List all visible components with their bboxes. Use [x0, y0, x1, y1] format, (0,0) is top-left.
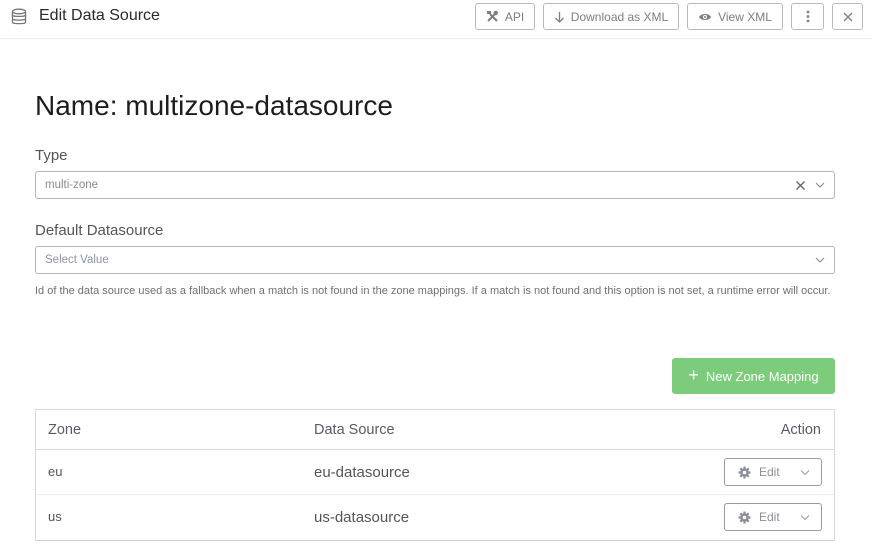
- table-row: us us-datasource Edit: [36, 495, 834, 540]
- dialog-title: Edit Data Source: [39, 7, 160, 24]
- chevron-down-icon[interactable]: [800, 514, 810, 521]
- eye-icon: [699, 13, 712, 20]
- edit-button-label: Edit: [759, 465, 780, 479]
- tools-icon: [486, 10, 498, 22]
- download-xml-label: Download as XML: [570, 9, 669, 24]
- table-row: eu eu-datasource Edit: [36, 450, 834, 495]
- edit-button[interactable]: Edit: [724, 458, 822, 486]
- database-icon: [11, 8, 27, 25]
- column-header-data-source: Data Source: [314, 422, 395, 438]
- chevron-down-icon[interactable]: [800, 469, 810, 476]
- view-xml-button[interactable]: View XML: [687, 3, 783, 30]
- default-datasource-help: Id of the data source used as a fallback…: [35, 285, 831, 297]
- api-button[interactable]: API: [475, 3, 535, 30]
- download-xml-button[interactable]: Download as XML: [543, 3, 679, 30]
- type-select-value: multi-zone: [45, 179, 99, 191]
- plus-icon: +: [688, 365, 699, 385]
- table-header: Zone Data Source Action: [36, 410, 834, 450]
- clear-icon[interactable]: [795, 180, 806, 191]
- gear-icon: [738, 466, 751, 479]
- view-xml-label: View XML: [718, 9, 772, 24]
- column-header-zone: Zone: [48, 422, 82, 438]
- type-select[interactable]: multi-zone: [35, 171, 835, 199]
- type-label: Type: [35, 147, 68, 164]
- edit-button[interactable]: Edit: [724, 503, 822, 531]
- zone-cell: us: [48, 509, 62, 524]
- data-source-cell: eu-datasource: [314, 464, 410, 481]
- close-button[interactable]: [832, 3, 863, 30]
- header-bar: Edit Data Source API Download as XML Vie…: [0, 0, 872, 39]
- chevron-down-icon: [815, 182, 825, 188]
- new-zone-mapping-label: New Zone Mapping: [705, 368, 819, 384]
- zone-mapping-table: Zone Data Source Action eu eu-datasource…: [35, 409, 835, 541]
- page-title: Name: multizone-datasource: [35, 90, 393, 121]
- default-datasource-select[interactable]: Select Value: [35, 246, 835, 274]
- default-datasource-label: Default Datasource: [35, 222, 164, 239]
- more-options-button[interactable]: [791, 3, 824, 30]
- edit-button-label: Edit: [759, 510, 780, 524]
- gear-icon: [738, 511, 751, 524]
- close-icon: [843, 12, 852, 21]
- api-button-label: API: [504, 9, 525, 24]
- column-header-action: Action: [780, 422, 821, 438]
- chevron-down-icon: [815, 257, 825, 263]
- arrow-down-icon: [554, 11, 564, 23]
- default-datasource-placeholder: Select Value: [45, 254, 109, 266]
- zone-cell: eu: [48, 464, 63, 479]
- data-source-cell: us-datasource: [314, 509, 410, 526]
- more-vertical-icon: [806, 10, 809, 23]
- new-zone-mapping-button[interactable]: + New Zone Mapping: [672, 358, 835, 394]
